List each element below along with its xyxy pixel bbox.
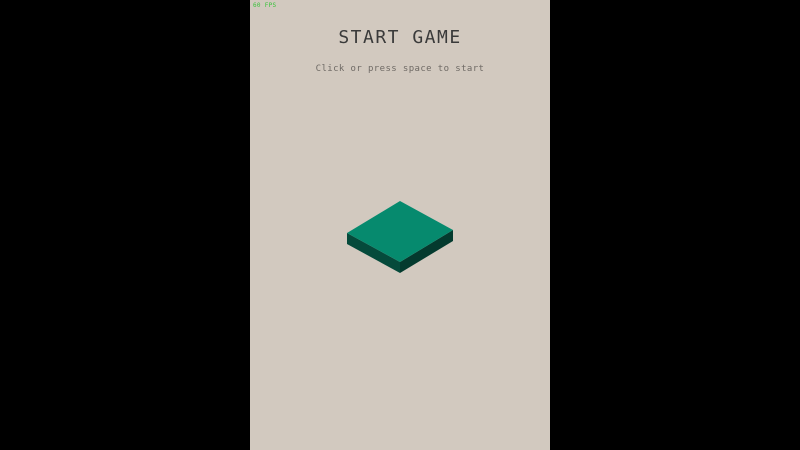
letterbox-background: 60 FPS START GAME Click or press space t…: [0, 0, 800, 450]
game-canvas[interactable]: 60 FPS START GAME Click or press space t…: [250, 0, 550, 450]
stack-block: [347, 201, 453, 273]
block-top-face: [347, 201, 453, 262]
